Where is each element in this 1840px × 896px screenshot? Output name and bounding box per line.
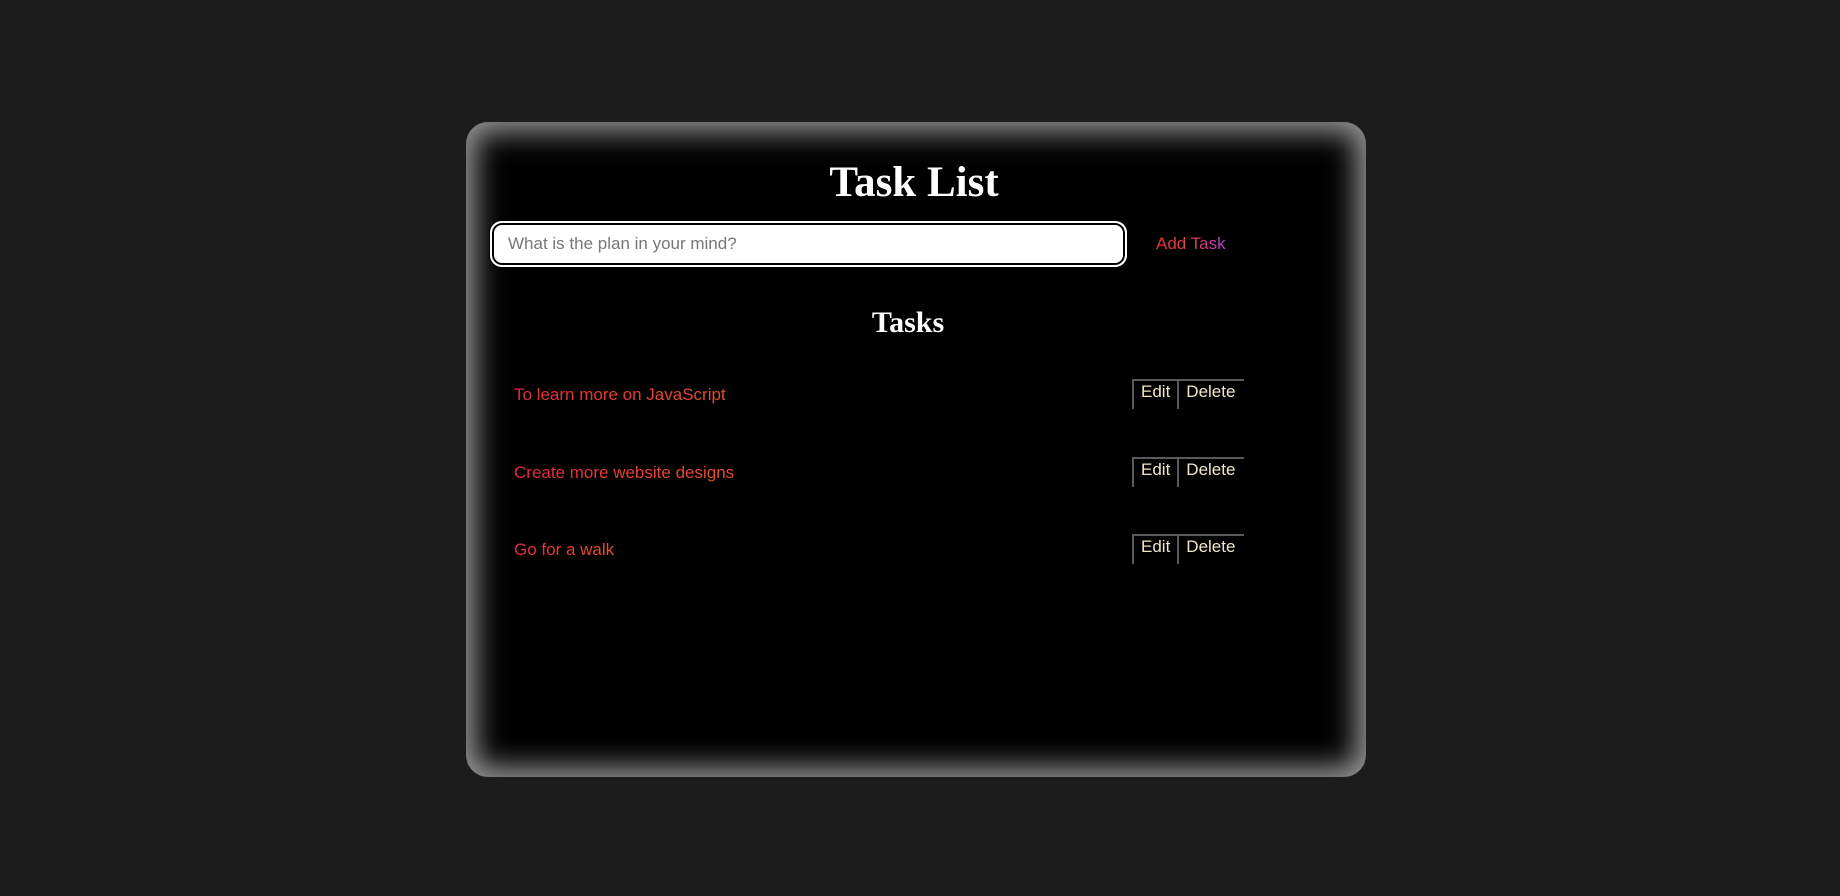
task-actions: Edit Delete	[1132, 534, 1245, 564]
edit-button[interactable]: Edit	[1132, 457, 1178, 487]
page-title: Task List	[466, 158, 1366, 207]
task-text: Create more website designs	[514, 463, 735, 482]
delete-button[interactable]: Delete	[1177, 379, 1245, 409]
task-actions: Edit Delete	[1132, 379, 1245, 409]
task-item: To learn more on JavaScript Edit Delete	[514, 379, 1294, 409]
task-list-card: Task List Add Task Tasks To learn more o…	[466, 122, 1366, 777]
add-task-button[interactable]: Add Task	[1156, 234, 1226, 254]
delete-button[interactable]: Delete	[1177, 534, 1245, 564]
task-actions: Edit Delete	[1132, 457, 1245, 487]
tasks-heading-text: Tasks	[871, 306, 945, 339]
task-text: To learn more on JavaScript	[514, 385, 726, 404]
task-text: Go for a walk	[514, 540, 615, 559]
task-input[interactable]	[490, 221, 1127, 267]
page-title-text: Task List	[829, 159, 999, 206]
task-item: Go for a walk Edit Delete	[514, 534, 1294, 564]
task-item: Create more website designs Edit Delete	[514, 457, 1294, 487]
edit-button[interactable]: Edit	[1132, 379, 1178, 409]
edit-button[interactable]: Edit	[1132, 534, 1178, 564]
tasks-heading: Tasks	[466, 306, 1366, 340]
delete-button[interactable]: Delete	[1177, 457, 1245, 487]
